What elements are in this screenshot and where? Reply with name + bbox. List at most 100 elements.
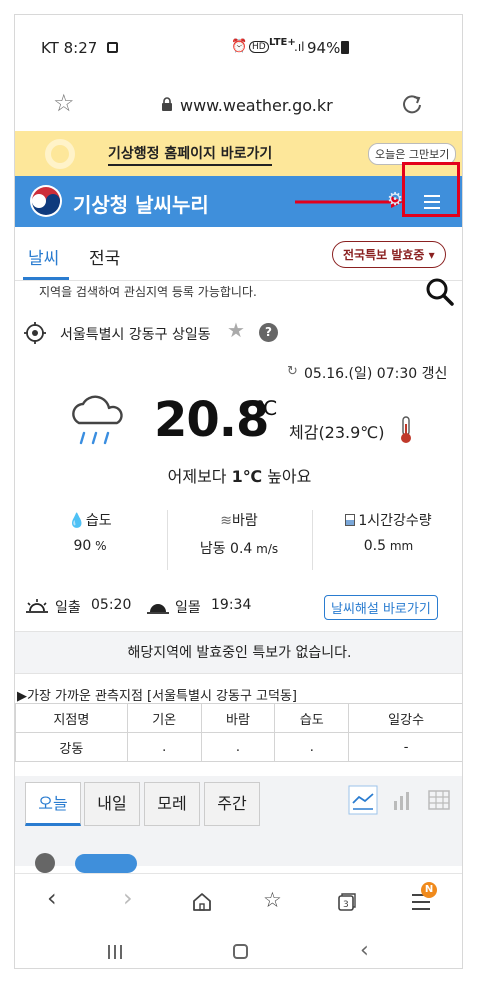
drop-icon: 💧 [68, 513, 86, 529]
compare-prefix: 어제보다 [167, 467, 232, 486]
homepage-banner: 기상행정 홈페이지 바로가기 오늘은 그만보기 [15, 131, 462, 176]
favorite-star-icon[interactable]: ★ [227, 318, 245, 342]
tab-day-after[interactable]: 모레 [144, 782, 200, 826]
recent-apps-icon[interactable] [108, 945, 122, 959]
battery-level: 94% [307, 39, 341, 57]
wind-unit: m/s [252, 542, 279, 556]
hd-icon: HD [249, 41, 269, 53]
partial-content-icon [35, 853, 55, 873]
back-icon[interactable]: ‹ [47, 884, 57, 912]
kma-logo-icon [30, 185, 62, 217]
active-tab-underline [23, 277, 69, 280]
help-icon[interactable]: ? [259, 323, 278, 342]
system-back-icon[interactable]: ‹ [360, 938, 369, 963]
compare-value: 1℃ [231, 467, 263, 486]
table-header: 일강수 [348, 703, 462, 733]
alarm-icon: ⏰ [231, 39, 248, 54]
sunset-time: 19:34 [211, 597, 252, 613]
thermometer-icon [401, 416, 411, 443]
system-nav-bar: ‹ [15, 928, 462, 968]
feels-like: 체감(23.9℃) [289, 423, 385, 442]
table-cell: . [126, 732, 202, 762]
weather-metrics: 💧습도 90 % ≋바람 남동 0.4 m/s 1시간강수량 0.5 mm [15, 510, 462, 570]
forecast-commentary-link[interactable]: 날씨해설 바로가기 [324, 595, 438, 620]
system-home-icon[interactable] [233, 944, 248, 959]
sunset-label: 일몰 [175, 600, 201, 616]
table-view-icon[interactable] [428, 789, 450, 811]
lock-icon [162, 97, 172, 111]
notification-icon [107, 42, 118, 53]
notification-badge: N [421, 882, 437, 898]
update-time: 05.16.(일) 07:30 갱신 [304, 366, 448, 382]
bookmark-star-icon[interactable]: ☆ [53, 89, 75, 117]
graph-view-icon[interactable] [348, 785, 378, 815]
forward-icon[interactable]: › [123, 884, 133, 912]
table-row: 강동 . . . - [15, 732, 462, 762]
phone-screen: KT 8:27 ⏰ HD LTE+ .ıl 94% ☆ www.weather.… [14, 14, 463, 969]
partial-content-badge [75, 854, 137, 873]
sunset-icon [147, 604, 169, 614]
site-header: 기상청 날씨누리 ⚙ [15, 176, 462, 227]
banner-decoration [45, 139, 75, 169]
browser-url-bar: ☆ www.weather.go.kr [15, 79, 462, 131]
table-header: 기온 [126, 703, 202, 733]
temperature-unit: ℃ [255, 396, 278, 420]
table-cell: . [274, 732, 350, 762]
precipitation-value: 0.5 [363, 538, 387, 554]
sunrise-time: 05:20 [91, 597, 132, 613]
signal-icon: .ıl [294, 40, 305, 54]
tab-today[interactable]: 오늘 [25, 782, 81, 826]
warning-status-button[interactable]: 전국특보 발효중 ▾ [332, 241, 446, 268]
current-location-icon[interactable] [24, 322, 46, 344]
observation-title: ▶가장 가까운 관측지점 [서울특별시 강동구 고덕동] [17, 689, 298, 704]
compare-yesterday: 어제보다 1℃ 높아요 [15, 463, 462, 487]
compare-suffix: 높아요 [262, 467, 312, 486]
refresh-icon[interactable]: ↻ [287, 364, 298, 379]
table-cell: 강동 [15, 732, 128, 762]
humidity-metric: 💧습도 90 % [15, 510, 165, 554]
humidity-value: 90 [73, 538, 92, 554]
wind-value: 남동 0.4 [199, 541, 253, 557]
wind-label: 바람 [231, 513, 258, 529]
precipitation-metric: 1시간강수량 0.5 mm [313, 510, 462, 554]
table-cell: . [200, 732, 276, 762]
home-icon[interactable] [191, 891, 213, 913]
tab-weekly[interactable]: 주간 [204, 782, 260, 826]
tabs-icon[interactable]: 3 [336, 891, 358, 913]
precipitation-unit: mm [386, 539, 414, 553]
location-name: 서울특별시 강동구 상일동 [60, 327, 211, 343]
warning-notice: 해당지역에 발효중인 특보가 없습니다. [15, 631, 462, 674]
table-header: 습도 [274, 703, 350, 733]
table-cell: - [348, 732, 462, 762]
status-bar: KT 8:27 ⏰ HD LTE+ .ıl 94% [15, 15, 462, 79]
banner-link[interactable]: 기상행정 홈페이지 바로가기 [108, 143, 273, 166]
url-text[interactable]: www.weather.go.kr [180, 96, 333, 115]
sunrise-icon [26, 599, 48, 613]
search-icon[interactable] [425, 277, 455, 307]
table-header-row: 지점명 기온 바람 습도 일강수 [15, 703, 462, 733]
bar-chart-icon[interactable] [391, 789, 413, 811]
tab-tomorrow[interactable]: 내일 [84, 782, 140, 826]
reload-icon[interactable] [400, 93, 424, 117]
search-hint: 지역을 검색하여 관심지역 등록 가능합니다. [39, 285, 257, 299]
region-tabs: 날씨 전국 전국특보 발효중 ▾ [15, 227, 462, 281]
hamburger-menu-icon[interactable] [424, 195, 440, 209]
site-title[interactable]: 기상청 날씨누리 [73, 189, 209, 218]
bookmarks-icon[interactable]: ☆ [263, 888, 282, 912]
humidity-unit: % [91, 539, 107, 553]
rain-gauge-icon [345, 514, 356, 526]
wind-icon: ≋ [220, 513, 232, 529]
precipitation-label: 1시간강수량 [358, 513, 432, 529]
table-header: 바람 [200, 703, 276, 733]
settings-gear-icon[interactable]: ⚙ [387, 189, 403, 210]
observation-table: 지점명 기온 바람 습도 일강수 강동 . . . - [15, 703, 462, 762]
humidity-label: 습도 [85, 513, 112, 529]
network-type: LTE+ [269, 37, 296, 48]
current-temperature: 20.8 [154, 392, 269, 448]
tab-weather[interactable]: 날씨 [28, 244, 59, 269]
table-header: 지점명 [15, 703, 128, 733]
carrier-time: KT 8:27 [41, 39, 98, 57]
tab-nationwide[interactable]: 전국 [89, 244, 120, 269]
battery-icon [341, 41, 349, 54]
browser-nav-bar: ‹ › ☆ 3 N [15, 873, 462, 928]
